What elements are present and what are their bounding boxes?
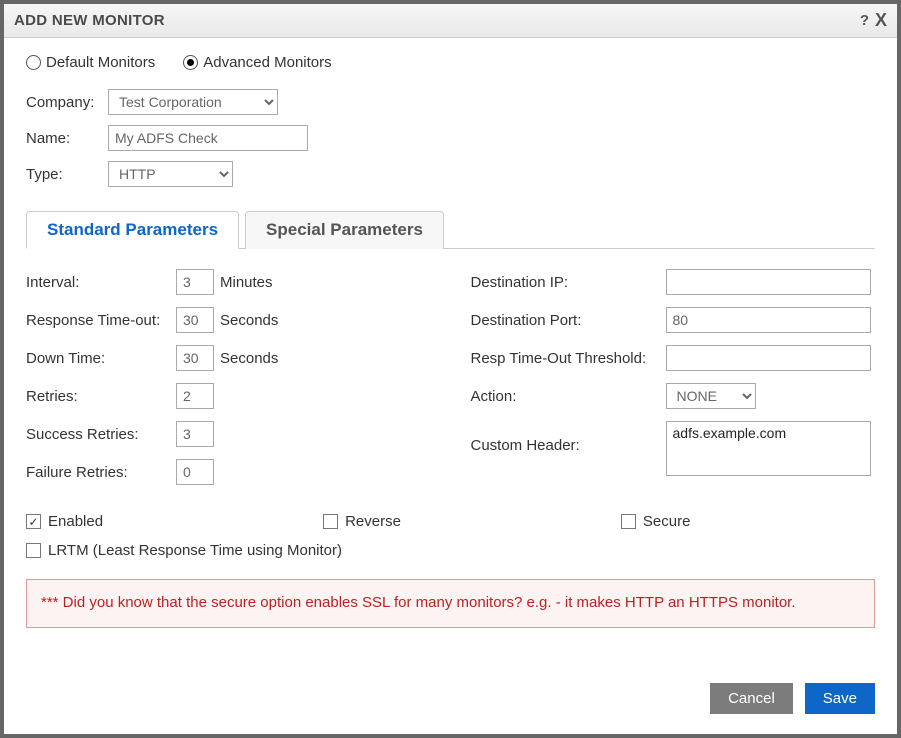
checkbox-label: Enabled — [48, 513, 103, 530]
cancel-button[interactable]: Cancel — [710, 683, 793, 714]
dialog-titlebar: ADD NEW MONITOR ? X — [4, 4, 897, 38]
company-select[interactable]: Test Corporation — [108, 89, 278, 115]
interval-unit: Minutes — [220, 274, 273, 291]
checkbox-enabled[interactable]: ✓ Enabled — [26, 513, 103, 530]
retries-label: Retries: — [26, 388, 176, 405]
radio-label: Default Monitors — [46, 54, 155, 71]
success-retries-input[interactable] — [176, 421, 214, 447]
help-icon[interactable]: ? — [860, 12, 869, 29]
down-time-label: Down Time: — [26, 350, 176, 367]
resp-threshold-input[interactable] — [666, 345, 871, 371]
checkbox-label: LRTM (Least Response Time using Monitor) — [48, 542, 342, 559]
name-input[interactable] — [108, 125, 308, 151]
type-select[interactable]: HTTP — [108, 161, 233, 187]
tab-standard-parameters[interactable]: Standard Parameters — [26, 211, 239, 249]
checkbox-icon: ✓ — [26, 514, 41, 529]
name-label: Name: — [26, 130, 108, 147]
dialog-footer: Cancel Save — [4, 665, 897, 734]
dest-ip-label: Destination IP: — [471, 274, 666, 291]
info-message: *** Did you know that the secure option … — [26, 579, 875, 628]
add-monitor-dialog: ADD NEW MONITOR ? X Default Monitors Adv… — [4, 4, 897, 734]
tabs: Standard Parameters Special Parameters — [26, 211, 875, 249]
dest-port-input[interactable] — [666, 307, 871, 333]
checkbox-icon — [26, 543, 41, 558]
tab-special-parameters[interactable]: Special Parameters — [245, 211, 444, 249]
radio-icon — [26, 55, 41, 70]
custom-header-input[interactable]: adfs.example.com — [666, 421, 871, 476]
radio-default-monitors[interactable]: Default Monitors — [26, 54, 155, 71]
dialog-title: ADD NEW MONITOR — [14, 12, 165, 29]
custom-header-label: Custom Header: — [471, 421, 666, 454]
radio-advanced-monitors[interactable]: Advanced Monitors — [183, 54, 331, 71]
dest-port-label: Destination Port: — [471, 312, 666, 329]
radio-label: Advanced Monitors — [203, 54, 331, 71]
interval-input[interactable] — [176, 269, 214, 295]
failure-retries-input[interactable] — [176, 459, 214, 485]
resp-threshold-label: Resp Time-Out Threshold: — [471, 350, 666, 367]
action-label: Action: — [471, 388, 666, 405]
resp-timeout-input[interactable] — [176, 307, 214, 333]
checkbox-icon — [323, 514, 338, 529]
dest-ip-input[interactable] — [666, 269, 871, 295]
action-select[interactable]: NONE — [666, 383, 756, 409]
failure-retries-label: Failure Retries: — [26, 464, 176, 481]
company-label: Company: — [26, 94, 108, 111]
save-button[interactable]: Save — [805, 683, 875, 714]
checkbox-lrtm[interactable]: LRTM (Least Response Time using Monitor) — [26, 542, 342, 559]
checkbox-label: Secure — [643, 513, 691, 530]
radio-icon — [183, 55, 198, 70]
type-label: Type: — [26, 166, 108, 183]
resp-timeout-label: Response Time-out: — [26, 312, 176, 329]
retries-input[interactable] — [176, 383, 214, 409]
down-time-input[interactable] — [176, 345, 214, 371]
checkbox-reverse[interactable]: Reverse — [323, 513, 401, 530]
down-time-unit: Seconds — [220, 350, 278, 367]
success-retries-label: Success Retries: — [26, 426, 176, 443]
resp-timeout-unit: Seconds — [220, 312, 278, 329]
checkbox-secure[interactable]: Secure — [621, 513, 691, 530]
interval-label: Interval: — [26, 274, 176, 291]
close-icon[interactable]: X — [875, 10, 887, 31]
checkbox-icon — [621, 514, 636, 529]
checkbox-label: Reverse — [345, 513, 401, 530]
